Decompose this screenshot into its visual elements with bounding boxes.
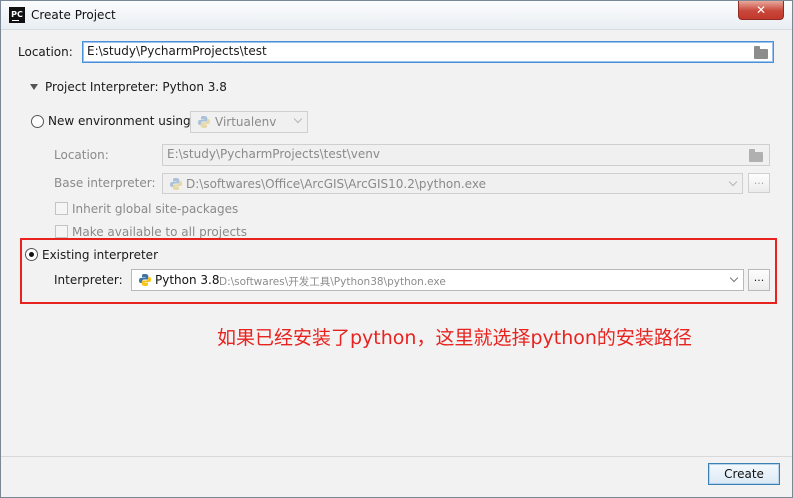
python-icon xyxy=(170,178,182,190)
new-environment-radio[interactable] xyxy=(31,115,44,128)
chevron-down-icon xyxy=(728,177,738,187)
location-value: E:\study\PycharmProjects\test xyxy=(87,44,267,58)
make-available-label: Make available to all projects xyxy=(72,225,248,239)
window-title: Create Project xyxy=(31,8,116,22)
inherit-site-packages-label: Inherit global site-packages xyxy=(72,202,239,216)
pycharm-app-icon: PC xyxy=(9,7,25,23)
title-bar: PC Create Project ✕ xyxy=(1,1,792,30)
venv-location-label: Location: xyxy=(54,148,109,162)
new-environment-label[interactable]: New environment using xyxy=(48,114,191,128)
base-interpreter-browse-button[interactable]: ... xyxy=(748,173,770,193)
close-button[interactable]: ✕ xyxy=(738,1,784,20)
virtualenv-python-icon xyxy=(198,116,210,128)
location-label: Location: xyxy=(18,45,73,59)
create-button[interactable]: Create xyxy=(708,463,780,485)
annotation-text: 如果已经安装了python，这里就选择python的安装路径 xyxy=(217,327,692,349)
collapse-triangle-icon[interactable] xyxy=(30,84,38,90)
venv-folder-icon[interactable] xyxy=(749,149,763,162)
highlight-frame xyxy=(20,238,777,304)
create-project-dialog: PC Create Project ✕ Location: E:\study\P… xyxy=(0,0,793,498)
environment-tool-select[interactable]: Virtualenv xyxy=(190,111,308,133)
base-interpreter-label: Base interpreter: xyxy=(54,176,156,190)
inherit-site-packages-checkbox[interactable] xyxy=(55,202,68,215)
location-folder-icon[interactable] xyxy=(754,46,768,59)
base-interpreter-value: D:\softwares\Office\ArcGIS\ArcGIS10.2\py… xyxy=(186,177,486,191)
venv-location-value: E:\study\PycharmProjects\test\venv xyxy=(167,147,380,161)
environment-tool-value: Virtualenv xyxy=(215,115,277,129)
venv-location-input[interactable]: E:\study\PycharmProjects\test\venv xyxy=(162,144,770,166)
dialog-footer xyxy=(1,456,792,497)
project-interpreter-header[interactable]: Project Interpreter: Python 3.8 xyxy=(45,80,227,94)
make-available-checkbox[interactable] xyxy=(55,225,68,238)
chevron-down-icon xyxy=(293,114,303,124)
location-input[interactable]: E:\study\PycharmProjects\test xyxy=(82,41,774,63)
base-interpreter-select[interactable]: D:\softwares\Office\ArcGIS\ArcGIS10.2\py… xyxy=(162,173,743,194)
